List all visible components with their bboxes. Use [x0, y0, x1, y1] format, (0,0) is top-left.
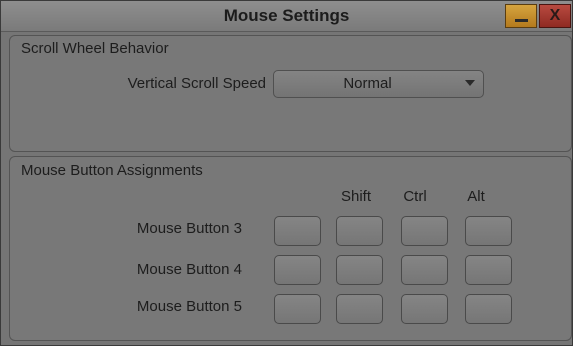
mouse-button-3-plain-button[interactable] [274, 216, 321, 246]
mouse-button-5-ctrl-button[interactable] [401, 294, 448, 324]
mouse-button-assignments-title: Mouse Button Assignments [21, 162, 203, 179]
mouse-button-4-shift-button[interactable] [336, 255, 383, 285]
column-header-shift: Shift [340, 188, 371, 205]
minimize-button[interactable] [505, 4, 537, 28]
mouse-button-4-plain-button[interactable] [274, 255, 321, 285]
row-label-mouse-button-4: Mouse Button 4 [136, 261, 242, 278]
title-bar[interactable]: Mouse Settings X [1, 1, 572, 32]
column-header-alt: Alt [467, 188, 485, 205]
mouse-button-5-shift-button[interactable] [336, 294, 383, 324]
scroll-wheel-group-title: Scroll Wheel Behavior [21, 40, 169, 57]
mouse-button-3-alt-button[interactable] [465, 216, 512, 246]
mouse-button-5-plain-button[interactable] [274, 294, 321, 324]
window-title: Mouse Settings [223, 6, 350, 25]
mouse-button-5-alt-button[interactable] [465, 294, 512, 324]
vertical-scroll-speed-value: Normal [343, 75, 392, 92]
mouse-settings-window: Mouse Settings X Scroll Wheel Behavior V… [0, 0, 573, 346]
dropdown-arrow-icon [465, 80, 475, 86]
mouse-button-4-alt-button[interactable] [465, 255, 512, 285]
mouse-button-3-ctrl-button[interactable] [401, 216, 448, 246]
mouse-button-3-shift-button[interactable] [336, 216, 383, 246]
column-header-ctrl: Ctrl [403, 188, 427, 205]
vertical-scroll-speed-dropdown[interactable]: Normal [273, 70, 484, 98]
row-label-mouse-button-5: Mouse Button 5 [136, 298, 242, 315]
minimize-icon [515, 19, 528, 22]
row-label-mouse-button-3: Mouse Button 3 [136, 220, 242, 237]
close-button[interactable]: X [539, 4, 571, 28]
vertical-scroll-speed-label: Vertical Scroll Speed [127, 75, 266, 92]
mouse-button-4-ctrl-button[interactable] [401, 255, 448, 285]
